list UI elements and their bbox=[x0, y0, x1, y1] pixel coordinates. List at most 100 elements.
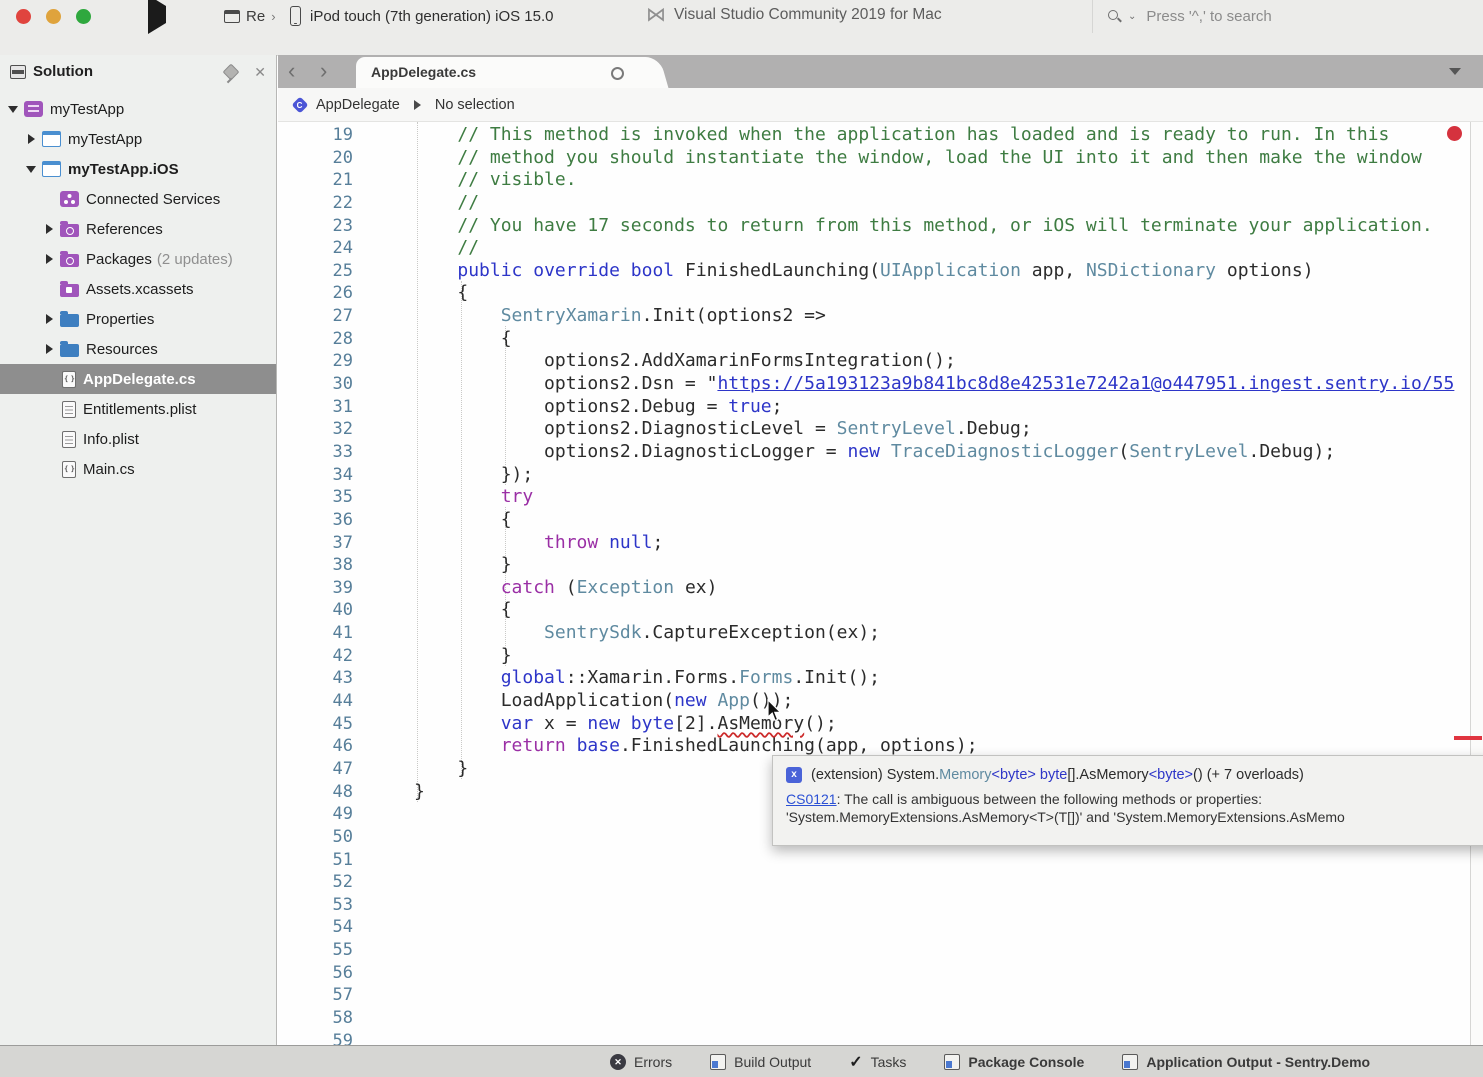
code-text[interactable]: SentrySdk.CaptureException(ex); bbox=[414, 622, 880, 645]
code-editor[interactable]: 19 // This method is invoked when the ap… bbox=[278, 122, 1483, 1045]
line-number[interactable]: 48 bbox=[278, 781, 353, 804]
disclosure-right-icon[interactable] bbox=[40, 224, 58, 234]
code-line-58[interactable]: 58 bbox=[278, 1007, 1470, 1030]
pin-icon[interactable] bbox=[223, 63, 240, 80]
line-number[interactable]: 44 bbox=[278, 690, 353, 713]
modified-indicator-icon[interactable] bbox=[611, 67, 624, 80]
code-line-56[interactable]: 56 bbox=[278, 962, 1470, 985]
line-number[interactable]: 57 bbox=[278, 984, 353, 1007]
line-number[interactable]: 27 bbox=[278, 305, 353, 328]
line-number[interactable]: 23 bbox=[278, 215, 353, 238]
line-number[interactable]: 24 bbox=[278, 237, 353, 260]
code-text[interactable]: } bbox=[414, 554, 512, 577]
sidebar-item-resources[interactable]: Resources bbox=[0, 334, 276, 364]
code-text[interactable]: { bbox=[414, 599, 512, 622]
line-number[interactable]: 21 bbox=[278, 169, 353, 192]
line-number[interactable]: 42 bbox=[278, 645, 353, 668]
code-line-59[interactable]: 59 bbox=[278, 1030, 1470, 1045]
line-number[interactable]: 20 bbox=[278, 147, 353, 170]
line-number[interactable]: 45 bbox=[278, 713, 353, 736]
line-number[interactable]: 19 bbox=[278, 124, 353, 147]
code-line-22[interactable]: 22 // bbox=[278, 192, 1470, 215]
tab-list-dropdown-icon[interactable] bbox=[1449, 68, 1461, 75]
code-text[interactable]: // bbox=[414, 192, 479, 215]
line-number[interactable]: 47 bbox=[278, 758, 353, 781]
close-window-button[interactable] bbox=[16, 9, 31, 24]
sidebar-item-assets-xcassets[interactable]: Assets.xcassets bbox=[0, 274, 276, 304]
code-lines[interactable]: 19 // This method is invoked when the ap… bbox=[278, 124, 1470, 1045]
navigate-back-button[interactable]: ‹ bbox=[288, 56, 295, 86]
code-line-33[interactable]: 33 options2.DiagnosticLogger = new Trace… bbox=[278, 441, 1470, 464]
code-line-42[interactable]: 42 } bbox=[278, 645, 1470, 668]
breadcrumb-selection[interactable]: No selection bbox=[435, 97, 515, 113]
code-line-44[interactable]: 44 LoadApplication(new App()); bbox=[278, 690, 1470, 713]
code-text[interactable]: options2.Dsn = "https://5a193123a9b841bc… bbox=[414, 373, 1454, 396]
code-line-43[interactable]: 43 global::Xamarin.Forms.Forms.Init(); bbox=[278, 667, 1470, 690]
code-line-25[interactable]: 25 public override bool FinishedLaunchin… bbox=[278, 260, 1470, 283]
line-number[interactable]: 35 bbox=[278, 486, 353, 509]
code-text[interactable]: public override bool FinishedLaunching(U… bbox=[414, 260, 1314, 283]
line-number[interactable]: 58 bbox=[278, 1007, 353, 1030]
disclosure-right-icon[interactable] bbox=[40, 314, 58, 324]
code-line-51[interactable]: 51 bbox=[278, 849, 1470, 872]
code-line-41[interactable]: 41 SentrySdk.CaptureException(ex); bbox=[278, 622, 1470, 645]
code-text[interactable]: options2.DiagnosticLevel = SentryLevel.D… bbox=[414, 418, 1032, 441]
build-config-selector[interactable]: Re › bbox=[224, 8, 276, 25]
code-line-55[interactable]: 55 bbox=[278, 939, 1470, 962]
code-text[interactable]: { bbox=[414, 509, 512, 532]
code-text[interactable]: } bbox=[414, 758, 468, 781]
line-number[interactable]: 36 bbox=[278, 509, 353, 532]
code-line-20[interactable]: 20 // method you should instantiate the … bbox=[278, 147, 1470, 170]
sidebar-item-mytestapp-solution[interactable]: myTestApp bbox=[0, 94, 276, 124]
code-text[interactable]: } bbox=[414, 645, 512, 668]
code-text[interactable]: // This method is invoked when the appli… bbox=[414, 124, 1389, 147]
line-number[interactable]: 37 bbox=[278, 532, 353, 555]
sidebar-item-info-plist[interactable]: Info.plist bbox=[0, 424, 276, 454]
bottom-tab-package-console[interactable]: Package Console bbox=[944, 1054, 1084, 1070]
zoom-window-button[interactable] bbox=[76, 9, 91, 24]
code-line-24[interactable]: 24 // bbox=[278, 237, 1470, 260]
line-number[interactable]: 50 bbox=[278, 826, 353, 849]
sidebar-item-connected-services[interactable]: Connected Services bbox=[0, 184, 276, 214]
line-number[interactable]: 56 bbox=[278, 962, 353, 985]
code-text[interactable]: } bbox=[414, 781, 425, 804]
bottom-tab-errors[interactable]: ✕Errors bbox=[610, 1054, 672, 1070]
run-button[interactable] bbox=[148, 6, 172, 28]
code-line-31[interactable]: 31 options2.Debug = true; bbox=[278, 396, 1470, 419]
code-text[interactable]: }); bbox=[414, 464, 533, 487]
code-text[interactable]: throw null; bbox=[414, 532, 663, 555]
code-line-34[interactable]: 34 }); bbox=[278, 464, 1470, 487]
code-text[interactable]: // method you should instantiate the win… bbox=[414, 147, 1422, 170]
line-number[interactable]: 59 bbox=[278, 1030, 353, 1045]
code-text[interactable]: catch (Exception ex) bbox=[414, 577, 717, 600]
code-line-53[interactable]: 53 bbox=[278, 894, 1470, 917]
line-number[interactable]: 52 bbox=[278, 871, 353, 894]
tab-appdelegate[interactable]: AppDelegate.cs bbox=[356, 57, 648, 88]
code-text[interactable]: global::Xamarin.Forms.Forms.Init(); bbox=[414, 667, 880, 690]
close-icon[interactable]: ✕ bbox=[254, 65, 266, 79]
code-line-36[interactable]: 36 { bbox=[278, 509, 1470, 532]
code-line-21[interactable]: 21 // visible. bbox=[278, 169, 1470, 192]
line-number[interactable]: 41 bbox=[278, 622, 353, 645]
sidebar-item-properties[interactable]: Properties bbox=[0, 304, 276, 334]
bottom-tab-build-output[interactable]: Build Output bbox=[710, 1054, 811, 1070]
sidebar-item-main-cs[interactable]: Main.cs bbox=[0, 454, 276, 484]
line-number[interactable]: 51 bbox=[278, 849, 353, 872]
sidebar-item-mytestapp-project[interactable]: myTestApp bbox=[0, 124, 276, 154]
line-number[interactable]: 33 bbox=[278, 441, 353, 464]
search-field[interactable]: ⌄ Press '^,' to search bbox=[1092, 0, 1483, 33]
code-line-30[interactable]: 30 options2.Dsn = "https://5a193123a9b84… bbox=[278, 373, 1470, 396]
code-line-35[interactable]: 35 try bbox=[278, 486, 1470, 509]
navigate-forward-button[interactable]: › bbox=[320, 56, 327, 86]
line-number[interactable]: 28 bbox=[278, 328, 353, 351]
line-number[interactable]: 26 bbox=[278, 282, 353, 305]
code-line-23[interactable]: 23 // You have 17 seconds to return from… bbox=[278, 215, 1470, 238]
sidebar-item-packages[interactable]: Packages(2 updates) bbox=[0, 244, 276, 274]
line-number[interactable]: 40 bbox=[278, 599, 353, 622]
code-text[interactable]: try bbox=[414, 486, 533, 509]
bottom-tab-tasks[interactable]: ✓Tasks bbox=[849, 1052, 906, 1072]
device-selector[interactable]: iPod touch (7th generation) iOS 15.0 bbox=[290, 6, 554, 26]
code-line-26[interactable]: 26 { bbox=[278, 282, 1470, 305]
line-number[interactable]: 32 bbox=[278, 418, 353, 441]
disclosure-right-icon[interactable] bbox=[22, 134, 40, 144]
